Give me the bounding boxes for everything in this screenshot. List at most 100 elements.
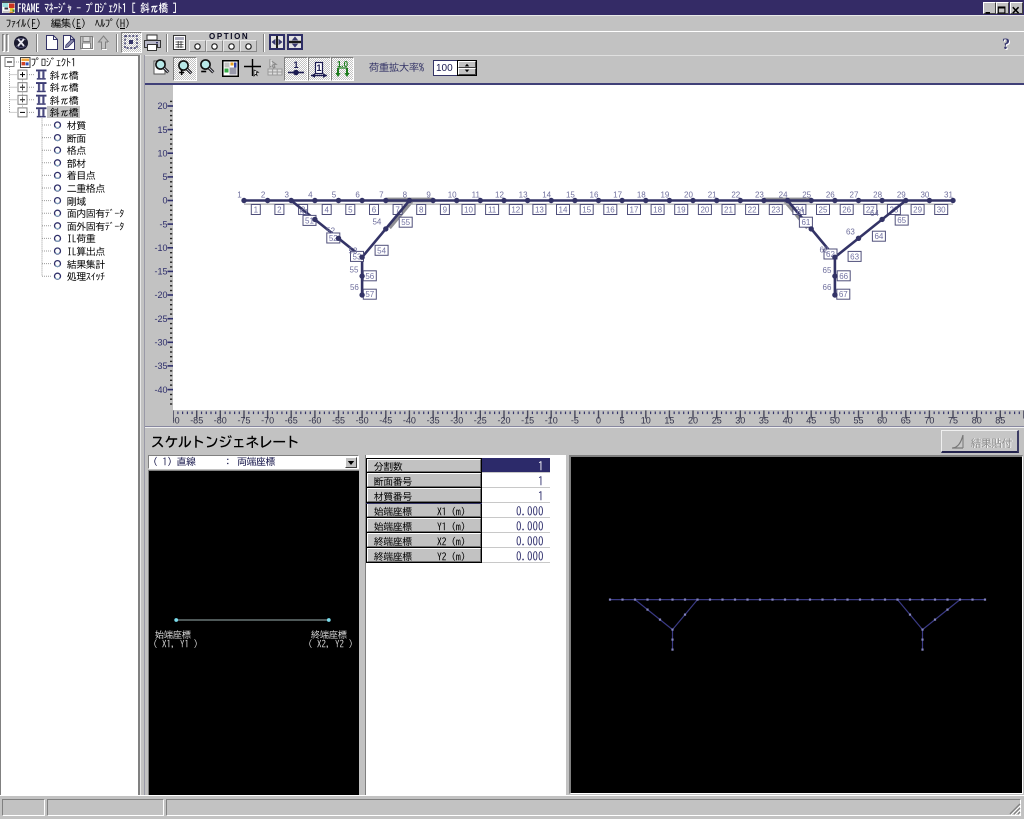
svg-text:28: 28 — [873, 191, 882, 200]
svg-text:29: 29 — [897, 191, 906, 200]
svg-text:0: 0 — [596, 416, 601, 426]
svg-text:11: 11 — [488, 206, 497, 215]
svg-text:45: 45 — [806, 416, 816, 426]
svg-text:19: 19 — [660, 191, 669, 200]
svg-text:15: 15 — [566, 191, 575, 200]
svg-text:21: 21 — [708, 191, 717, 200]
svg-text:67: 67 — [839, 290, 848, 299]
svg-text:20: 20 — [684, 191, 693, 200]
svg-text:-25: -25 — [154, 314, 167, 324]
svg-text:40: 40 — [783, 416, 793, 426]
svg-text:18: 18 — [653, 206, 662, 215]
svg-text:55: 55 — [401, 218, 410, 227]
svg-text:13: 13 — [519, 191, 528, 200]
svg-text:-65: -65 — [285, 416, 298, 426]
svg-text:0: 0 — [162, 196, 167, 206]
svg-text:75: 75 — [948, 416, 958, 426]
svg-text:61: 61 — [801, 218, 810, 227]
svg-text:-75: -75 — [237, 416, 250, 426]
svg-text:15: 15 — [664, 416, 674, 426]
svg-text:14: 14 — [559, 206, 568, 215]
svg-text:27: 27 — [850, 191, 859, 200]
svg-text:50: 50 — [830, 416, 840, 426]
svg-text:-40: -40 — [403, 416, 416, 426]
svg-text:13: 13 — [535, 206, 544, 215]
svg-text:63: 63 — [850, 252, 859, 261]
svg-text:7: 7 — [379, 191, 384, 200]
svg-text:17: 17 — [630, 206, 639, 215]
svg-text:8: 8 — [403, 191, 408, 200]
svg-text:18: 18 — [637, 191, 646, 200]
svg-text:10: 10 — [448, 191, 457, 200]
svg-text:20: 20 — [688, 416, 698, 426]
svg-text:-35: -35 — [427, 416, 440, 426]
svg-text:-45: -45 — [379, 416, 392, 426]
svg-text:26: 26 — [826, 191, 835, 200]
svg-text:4: 4 — [308, 191, 313, 200]
svg-text:14: 14 — [542, 191, 551, 200]
svg-text:80: 80 — [972, 416, 982, 426]
svg-text:22: 22 — [748, 206, 757, 215]
svg-text:12: 12 — [511, 206, 520, 215]
svg-text:54: 54 — [377, 246, 386, 255]
svg-text:25: 25 — [712, 416, 722, 426]
svg-text:8: 8 — [419, 206, 424, 215]
svg-text:35: 35 — [759, 416, 769, 426]
svg-text:-85: -85 — [190, 416, 203, 426]
svg-text:2: 2 — [261, 191, 266, 200]
svg-text:-30: -30 — [450, 416, 463, 426]
svg-text:23: 23 — [771, 206, 780, 215]
svg-text:-20: -20 — [497, 416, 510, 426]
svg-text:-5: -5 — [159, 219, 167, 229]
svg-text:4: 4 — [324, 206, 329, 215]
svg-text:22: 22 — [731, 191, 740, 200]
svg-text:70: 70 — [924, 416, 934, 426]
svg-text:64: 64 — [874, 232, 883, 241]
svg-text:25: 25 — [819, 206, 828, 215]
svg-text:1: 1 — [293, 60, 298, 70]
svg-text:11: 11 — [472, 191, 481, 200]
svg-text:56: 56 — [365, 272, 374, 281]
svg-text:-15: -15 — [521, 416, 534, 426]
svg-text:30: 30 — [735, 416, 745, 426]
svg-text:5: 5 — [332, 191, 337, 200]
svg-text:19: 19 — [677, 206, 686, 215]
svg-text:63: 63 — [846, 228, 855, 237]
svg-text:57: 57 — [365, 290, 374, 299]
svg-text:-50: -50 — [356, 416, 369, 426]
svg-text:-70: -70 — [261, 416, 274, 426]
svg-text:17: 17 — [613, 191, 622, 200]
svg-text:26: 26 — [842, 206, 851, 215]
svg-text:-25: -25 — [474, 416, 487, 426]
svg-text:-15: -15 — [154, 267, 167, 277]
svg-text:66: 66 — [823, 283, 832, 292]
svg-text:12: 12 — [495, 191, 504, 200]
svg-text:21: 21 — [724, 206, 733, 215]
svg-text:62: 62 — [820, 246, 829, 255]
svg-text:20: 20 — [700, 206, 709, 215]
svg-text:54: 54 — [372, 217, 381, 226]
svg-text:-90: -90 — [173, 416, 180, 426]
svg-text:55: 55 — [853, 416, 863, 426]
svg-text:1: 1 — [237, 191, 242, 200]
svg-text:9: 9 — [426, 191, 431, 200]
svg-text:-40: -40 — [154, 385, 167, 395]
svg-text:24: 24 — [779, 191, 788, 200]
svg-text:1: 1 — [254, 206, 259, 215]
svg-text:64: 64 — [870, 209, 879, 218]
svg-text:29: 29 — [913, 206, 922, 215]
svg-text:53: 53 — [349, 247, 358, 256]
svg-text:30: 30 — [937, 206, 946, 215]
svg-text:6: 6 — [372, 206, 377, 215]
svg-text:-10: -10 — [154, 243, 167, 253]
svg-text:55: 55 — [350, 265, 359, 274]
svg-text:-55: -55 — [332, 416, 345, 426]
svg-text:10: 10 — [641, 416, 651, 426]
svg-text:-10: -10 — [545, 416, 558, 426]
svg-text:85: 85 — [995, 416, 1005, 426]
svg-text:51: 51 — [300, 208, 309, 217]
svg-text:9: 9 — [443, 206, 448, 215]
svg-text:25: 25 — [802, 191, 811, 200]
svg-text:-30: -30 — [154, 338, 167, 348]
svg-text:5: 5 — [162, 172, 167, 182]
